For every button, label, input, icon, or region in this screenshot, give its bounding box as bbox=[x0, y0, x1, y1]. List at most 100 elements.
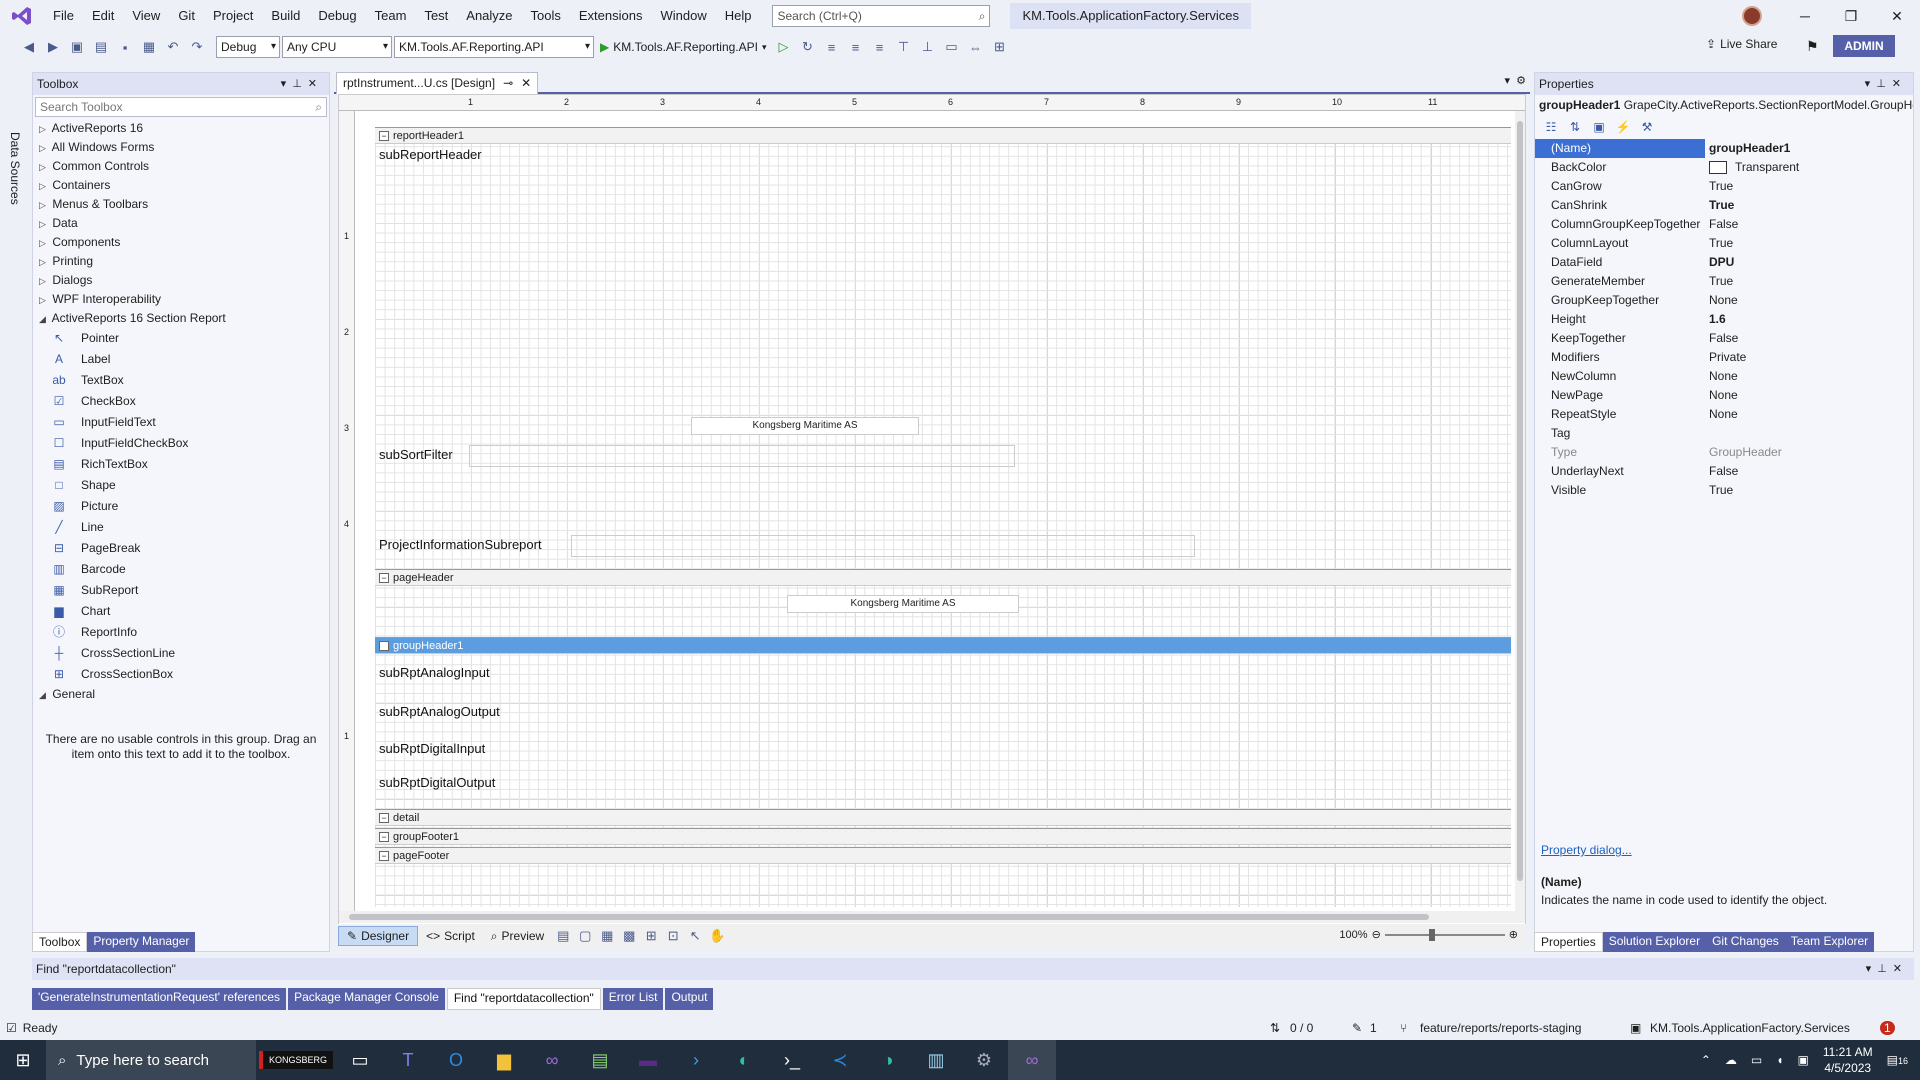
visual-studio-active-icon[interactable]: ∞ bbox=[1008, 1040, 1056, 1080]
property-value[interactable]: None bbox=[1705, 405, 1913, 424]
toolbox-item[interactable]: ⓘ ReportInfo bbox=[33, 622, 329, 643]
menu-test[interactable]: Test bbox=[415, 0, 457, 32]
taskbar-search[interactable]: ⌕ Type here to search bbox=[46, 1040, 256, 1080]
toolbox-category[interactable]: ▷ Common Controls bbox=[33, 157, 329, 176]
tool-icon[interactable]: ⚙ bbox=[960, 1040, 1008, 1080]
close-icon[interactable]: ✕ bbox=[1893, 963, 1908, 975]
snap-lines-icon[interactable]: ⊞ bbox=[640, 925, 662, 947]
toolbox-item[interactable]: □ Shape bbox=[33, 475, 329, 496]
hot-reload-icon[interactable]: ↻ bbox=[797, 36, 819, 58]
forward-icon[interactable]: ▶ bbox=[42, 36, 64, 58]
toolbox-item[interactable]: ↖ Pointer bbox=[33, 328, 329, 349]
toolbox-category[interactable]: ▷ Dialogs bbox=[33, 271, 329, 290]
pending-count[interactable]: 1 bbox=[1370, 1016, 1377, 1040]
toolbox-item[interactable]: ▤ RichTextBox bbox=[33, 454, 329, 475]
zoom-out-icon[interactable]: ⊖ bbox=[1372, 928, 1381, 941]
tab-report-designer[interactable]: rptInstrument...U.cs [Design] ⊸ ✕ bbox=[336, 72, 539, 94]
tab-git-changes[interactable]: Git Changes bbox=[1706, 932, 1785, 952]
zoom-slider[interactable] bbox=[1384, 928, 1505, 941]
admin-badge[interactable]: ADMIN bbox=[1833, 35, 1895, 57]
battery-icon[interactable]: ▭ bbox=[1751, 1053, 1762, 1067]
menu-file[interactable]: File bbox=[44, 0, 83, 32]
events-icon[interactable]: ⚡ bbox=[1613, 117, 1633, 137]
menu-tools[interactable]: Tools bbox=[522, 0, 570, 32]
report-canvas[interactable]: − reportHeader1 subReportHeader Kongsberg… bbox=[375, 127, 1511, 907]
notepad-icon[interactable]: ▥ bbox=[912, 1040, 960, 1080]
network-icon[interactable]: ▣ bbox=[1797, 1053, 1808, 1067]
dropdown-icon[interactable]: ▾ bbox=[281, 78, 293, 90]
menu-debug[interactable]: Debug bbox=[309, 0, 365, 32]
toolbox-item[interactable]: ⊟ PageBreak bbox=[33, 538, 329, 559]
align-left-icon[interactable]: ≡ bbox=[821, 36, 843, 58]
hand-icon[interactable]: ✋ bbox=[706, 925, 728, 947]
visual-studio-logo-icon[interactable] bbox=[0, 0, 44, 32]
branch-name[interactable]: feature/reports/reports-staging bbox=[1420, 1016, 1581, 1040]
toolbox-item[interactable]: ▨ Picture bbox=[33, 496, 329, 517]
tab-package-manager-console[interactable]: Package Manager Console bbox=[288, 988, 445, 1010]
toolbox-category[interactable]: ▷ Printing bbox=[33, 252, 329, 271]
save-icon[interactable]: ▪ bbox=[114, 36, 136, 58]
vscode-icon[interactable]: ≺ bbox=[816, 1040, 864, 1080]
configuration-dropdown[interactable]: Debug bbox=[216, 36, 280, 58]
toolbox-item[interactable]: ▭ InputFieldText bbox=[33, 412, 329, 433]
tab-team-explorer[interactable]: Team Explorer bbox=[1784, 932, 1875, 952]
dropdown-icon[interactable]: ▾ bbox=[1866, 963, 1878, 975]
property-row[interactable]: DataField DPU bbox=[1535, 253, 1913, 272]
tab-error-list[interactable]: Error List bbox=[602, 988, 664, 1010]
property-value[interactable]: True bbox=[1705, 481, 1913, 500]
property-value[interactable]: None bbox=[1705, 291, 1913, 310]
property-value[interactable]: GroupHeader bbox=[1705, 443, 1913, 462]
section-report-header[interactable]: − reportHeader1 bbox=[375, 127, 1511, 144]
minimize-button[interactable]: ─ bbox=[1782, 0, 1828, 32]
chevron-up-icon[interactable]: ⌃ bbox=[1701, 1053, 1711, 1067]
notepad-plus-icon[interactable]: ▤ bbox=[576, 1040, 624, 1080]
windows-start-icon[interactable]: ⊞ bbox=[0, 1040, 46, 1080]
toolbox-item[interactable]: ┼ CrossSectionLine bbox=[33, 643, 329, 664]
menu-edit[interactable]: Edit bbox=[83, 0, 123, 32]
property-row[interactable]: UnderlayNext False bbox=[1535, 462, 1913, 481]
property-row[interactable]: KeepTogether False bbox=[1535, 329, 1913, 348]
object-selector[interactable]: groupHeader1 GrapeCity.ActiveReports.Sec… bbox=[1535, 95, 1913, 115]
property-row[interactable]: Visible True bbox=[1535, 481, 1913, 500]
toolbox-category-general[interactable]: ◢ General bbox=[33, 685, 329, 704]
start-without-debugging-icon[interactable]: ▷ bbox=[773, 36, 795, 58]
subsortfilter-control[interactable]: subSortFilter bbox=[379, 447, 453, 462]
pencil-icon[interactable]: ✎ bbox=[1352, 1016, 1362, 1040]
toolbox-category-expanded[interactable]: ◢ ActiveReports 16 Section Report bbox=[33, 309, 329, 328]
align-middle-icon[interactable]: ⊥ bbox=[917, 36, 939, 58]
spacing-icon[interactable]: ⇔ bbox=[965, 36, 987, 58]
analog-output-control[interactable]: subRptAnalogOutput bbox=[379, 704, 500, 719]
live-share-button[interactable]: ⇪ Live Share bbox=[1706, 37, 1777, 51]
tab-references[interactable]: 'GenerateInstrumentationRequest' referen… bbox=[32, 988, 287, 1010]
property-value[interactable]: True bbox=[1705, 196, 1913, 215]
project-info-box[interactable] bbox=[571, 535, 1195, 557]
page-icon[interactable]: ▢ bbox=[574, 925, 596, 947]
toolbox-item[interactable]: ▦ SubReport bbox=[33, 580, 329, 601]
kongsberg-app[interactable]: KONGSBERG bbox=[256, 1040, 336, 1080]
menu-help[interactable]: Help bbox=[716, 0, 761, 32]
vertical-scroll-thumb[interactable] bbox=[1517, 121, 1523, 881]
tab-solution-explorer[interactable]: Solution Explorer bbox=[1602, 932, 1707, 952]
zoom-in-icon[interactable]: ⊕ bbox=[1509, 928, 1518, 941]
open-folder-icon[interactable]: ▤ bbox=[90, 36, 112, 58]
close-icon[interactable]: ✕ bbox=[1892, 78, 1907, 90]
speaker-icon[interactable]: ◖ bbox=[1776, 1053, 1783, 1067]
company-label-page-header[interactable]: Kongsberg Maritime AS bbox=[787, 595, 1019, 613]
property-value[interactable]: groupHeader1 bbox=[1705, 139, 1913, 158]
alphabetical-icon[interactable]: ⇅ bbox=[1565, 117, 1585, 137]
search-box[interactable]: Search (Ctrl+Q) ⌕ bbox=[772, 5, 991, 27]
startup-project-dropdown[interactable]: KM.Tools.AF.Reporting.API bbox=[394, 36, 594, 58]
collapse-icon[interactable]: − bbox=[379, 641, 389, 651]
toolbox-item[interactable]: A Label bbox=[33, 349, 329, 370]
property-value[interactable]: Transparent bbox=[1705, 158, 1913, 177]
analog-input-control[interactable]: subRptAnalogInput bbox=[379, 665, 490, 680]
property-value[interactable]: True bbox=[1705, 272, 1913, 291]
section-page-footer[interactable]: − pageFooter bbox=[375, 847, 1511, 864]
toolbox-category[interactable]: ▷ Containers bbox=[33, 176, 329, 195]
pin-icon[interactable]: ⊥ bbox=[1877, 963, 1893, 975]
toolbox-search-input[interactable]: Search Toolbox ⌕ bbox=[35, 97, 327, 117]
tab-script[interactable]: <> Script bbox=[418, 927, 483, 945]
back-icon[interactable]: ◀ bbox=[18, 36, 40, 58]
menu-team[interactable]: Team bbox=[366, 0, 416, 32]
undo-icon[interactable]: ↶ bbox=[162, 36, 184, 58]
